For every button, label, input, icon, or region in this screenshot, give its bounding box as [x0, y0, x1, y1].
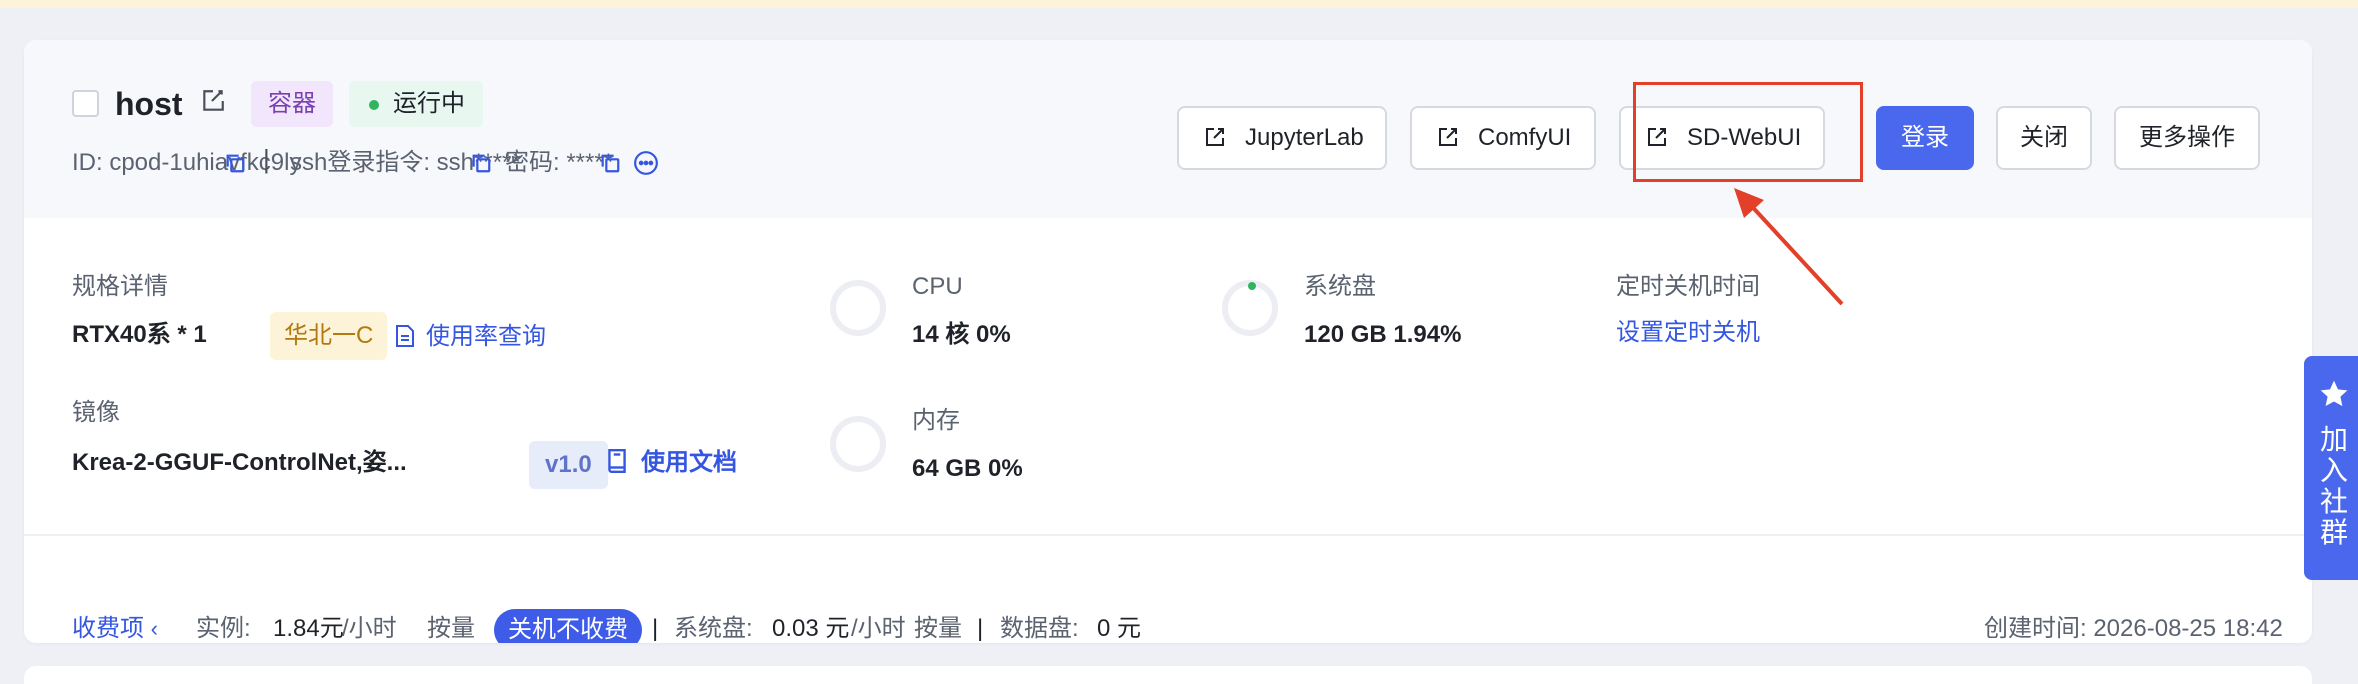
created-time: 创建时间: 2026-08-25 18:42: [1984, 615, 2283, 642]
status-text: 运行中: [393, 90, 465, 117]
data-disk-label: 数据盘:: [1000, 615, 1079, 642]
type-tag: 容器: [251, 81, 333, 127]
docs-link[interactable]: 使用文档: [641, 448, 737, 478]
disk-price: 0.03 元: [772, 615, 850, 642]
next-instance-card: [24, 666, 2312, 684]
select-checkbox[interactable]: [72, 90, 99, 117]
external-link-icon: [1439, 128, 1457, 146]
instance-price-label: 实例:: [196, 615, 251, 642]
copy-ssh-icon[interactable]: [470, 152, 492, 174]
image-name: Krea-2-GGUF-ControlNet,姿...: [72, 449, 407, 476]
spec-gpu: RTX40系 * 1: [72, 321, 207, 348]
annotation-arrow: [1734, 188, 1844, 306]
instance-card: host 容器 运行中 ID: cpod-1uhiavfkc9ly | ssh登…: [24, 40, 2312, 643]
highlight-annotation-box: [1633, 82, 1863, 182]
disk-billing-mode: 按量: [914, 615, 962, 642]
meta-separator: |: [263, 144, 270, 174]
image-label: 镜像: [72, 399, 120, 426]
image-version-tag: v1.0: [529, 441, 608, 489]
more-info-icon[interactable]: [633, 150, 659, 176]
disk-price-label: 系统盘:: [674, 615, 753, 642]
more-actions-button[interactable]: 更多操作: [2114, 106, 2260, 170]
edit-icon[interactable]: [200, 88, 226, 114]
close-button[interactable]: 关闭: [1996, 106, 2092, 170]
book-icon: [608, 448, 626, 474]
star-icon: [2320, 380, 2348, 407]
off-no-charge-badge: 关机不收费: [494, 609, 642, 643]
status-badge: 运行中: [349, 81, 483, 127]
billing-toggle[interactable]: 收费项 ‹: [72, 614, 158, 643]
cpu-usage-ring: [830, 280, 886, 336]
cpu-value: 14 核 0%: [912, 321, 1011, 348]
document-icon: [396, 325, 414, 347]
set-shutdown-link[interactable]: 设置定时关机: [1616, 318, 1760, 348]
copy-password-icon[interactable]: [599, 152, 621, 174]
billing-separator-2: |: [977, 615, 984, 642]
comfyui-button[interactable]: ComfyUI: [1410, 106, 1596, 170]
join-community-tab[interactable]: 加入社群: [2304, 356, 2358, 580]
join-community-label: 加入社群: [2320, 424, 2349, 548]
external-link-icon: [1206, 128, 1224, 146]
copy-id-icon[interactable]: [224, 152, 246, 174]
chevron-left-icon: ‹: [150, 616, 158, 641]
region-tag: 华北一C: [270, 312, 388, 360]
billing-toggle-label: 收费项: [72, 615, 144, 642]
spec-label: 规格详情: [72, 273, 168, 300]
instance-price: 1.84元: [273, 615, 344, 642]
memory-label: 内存: [912, 407, 960, 434]
instance-name: host: [115, 86, 183, 122]
jupyterlab-button[interactable]: JupyterLab: [1177, 106, 1387, 170]
disk-value: 120 GB 1.94%: [1304, 321, 1462, 348]
instance-price-unit: /小时: [342, 615, 397, 642]
top-notice-strip: [0, 0, 2358, 8]
password: 密码: *****: [505, 149, 614, 176]
memory-usage-ring: [830, 416, 886, 472]
billing-separator: |: [652, 615, 659, 642]
usage-query-link[interactable]: 使用率查询: [426, 322, 546, 352]
comfyui-label: ComfyUI: [1478, 124, 1572, 151]
disk-price-unit: /小时: [851, 615, 906, 642]
data-disk-price: 0 元: [1097, 615, 1142, 642]
status-dot: [369, 100, 379, 110]
disk-label: 系统盘: [1304, 273, 1376, 300]
cpu-label: CPU: [912, 273, 963, 300]
memory-value: 64 GB 0%: [912, 455, 1023, 482]
footer-divider: [24, 534, 2312, 536]
instance-billing-mode: 按量: [427, 615, 475, 642]
disk-usage-indicator: [1248, 282, 1256, 290]
jupyterlab-label: JupyterLab: [1245, 124, 1364, 151]
login-button[interactable]: 登录: [1876, 106, 1974, 170]
